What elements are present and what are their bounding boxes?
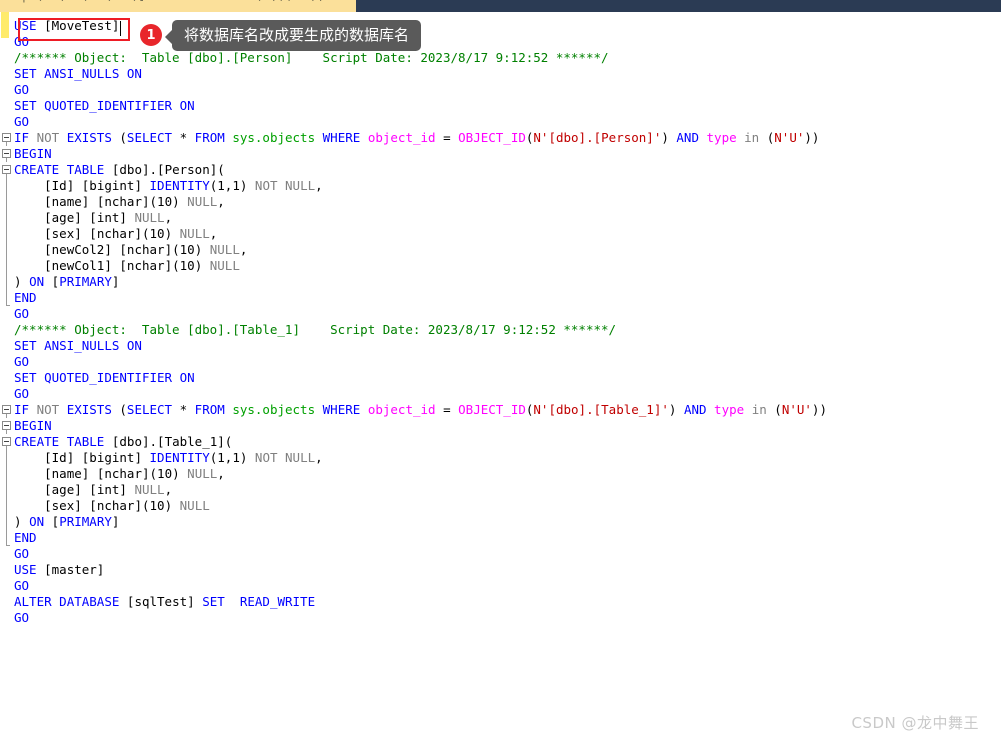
fold-connector-line <box>6 414 7 418</box>
code-line: IF NOT EXISTS (SELECT * FROM sys.objects… <box>14 130 820 145</box>
code-line: BEGIN <box>14 146 52 161</box>
fold-range-line <box>6 530 7 546</box>
code-line: GO <box>14 114 30 129</box>
fold-range-end-tick <box>6 305 10 306</box>
annotation-callout: 1 将数据库名改成要生成的数据库名 <box>140 19 422 51</box>
fold-range-line <box>6 466 7 482</box>
annotation-tooltip: 将数据库名改成要生成的数据库名 <box>164 19 422 51</box>
code-line: ) ON [PRIMARY] <box>14 514 120 529</box>
chrome-right-band <box>356 0 1001 12</box>
code-line: SET QUOTED_IDENTIFIER ON <box>14 98 195 113</box>
code-line: [age] [int] NULL, <box>44 482 173 497</box>
fold-range-line <box>6 226 7 242</box>
code-line: END <box>14 290 37 305</box>
fold-range-line <box>6 498 7 514</box>
code-line: IF NOT EXISTS (SELECT * FROM sys.objects… <box>14 402 827 417</box>
fold-connector-line <box>6 142 7 146</box>
fold-connector-line <box>6 158 7 162</box>
fold-range-line <box>6 514 7 530</box>
fold-collapse-icon[interactable] <box>2 421 11 430</box>
code-line: [sex] [nchar](10) NULL <box>44 498 210 513</box>
sql-editor[interactable]: USE [MoveTest] GO/****** Object: Table [d… <box>0 12 1001 745</box>
chrome-left-band: | ( , ) , ([ ( ,)) ,, <box>0 0 356 12</box>
code-line: [newCol2] [nchar](10) NULL, <box>44 242 248 257</box>
fold-range-line <box>6 450 7 466</box>
fold-collapse-icon[interactable] <box>2 405 11 414</box>
code-line: END <box>14 530 37 545</box>
fold-range-line <box>6 178 7 194</box>
fold-range-line <box>6 194 7 210</box>
code-line: GO <box>14 306 30 321</box>
code-line: [newCol1] [nchar](10) NULL <box>44 258 240 273</box>
code-line: BEGIN <box>14 418 52 433</box>
window-chrome-strip: | ( , ) , ([ ( ,)) ,, <box>0 0 1001 12</box>
code-line: SET ANSI_NULLS ON <box>14 338 142 353</box>
code-line: [sex] [nchar](10) NULL, <box>44 226 218 241</box>
code-line: [Id] [bigint] IDENTITY(1,1) NOT NULL, <box>44 450 323 465</box>
code-line: GO <box>14 578 30 593</box>
code-line: [Id] [bigint] IDENTITY(1,1) NOT NULL, <box>44 178 323 193</box>
code-line: GO <box>14 546 30 561</box>
code-line: ALTER DATABASE [sqlTest] SET READ_WRITE <box>14 594 316 609</box>
code-line: GO <box>14 82 30 97</box>
code-line: [name] [nchar](10) NULL, <box>44 194 225 209</box>
use-statement-highlight-box <box>18 18 130 41</box>
code-line: /****** Object: Table [dbo].[Table_1] Sc… <box>14 322 617 337</box>
code-line: /****** Object: Table [dbo].[Person] Scr… <box>14 50 609 65</box>
chrome-ghost-text: | ( , ) , ([ ( ,)) ,, <box>20 0 325 3</box>
code-line: GO <box>14 354 30 369</box>
fold-connector-line <box>6 430 7 434</box>
fold-range-line <box>6 274 7 290</box>
fold-collapse-icon[interactable] <box>2 149 11 158</box>
fold-range-line <box>6 482 7 498</box>
fold-range-line <box>6 242 7 258</box>
text-caret <box>120 21 121 36</box>
fold-connector-line <box>6 446 7 450</box>
code-line: SET QUOTED_IDENTIFIER ON <box>14 370 195 385</box>
code-line: GO <box>14 610 30 625</box>
code-line: ) ON [PRIMARY] <box>14 274 120 289</box>
fold-range-end-tick <box>6 545 10 546</box>
code-line: SET ANSI_NULLS ON <box>14 66 142 81</box>
fold-collapse-icon[interactable] <box>2 133 11 142</box>
fold-collapse-icon[interactable] <box>2 437 11 446</box>
fold-range-line <box>6 290 7 306</box>
code-line: CREATE TABLE [dbo].[Table_1]( <box>14 434 233 449</box>
fold-range-line <box>6 210 7 226</box>
fold-collapse-icon[interactable] <box>2 165 11 174</box>
code-line: GO <box>14 386 30 401</box>
code-line: USE [master] <box>14 562 105 577</box>
annotation-badge: 1 <box>140 24 162 46</box>
code-line: CREATE TABLE [dbo].[Person]( <box>14 162 225 177</box>
fold-range-line <box>6 258 7 274</box>
code-line: [age] [int] NULL, <box>44 210 173 225</box>
csdn-watermark: CSDN @龙中舞王 <box>851 714 979 732</box>
code-line: [name] [nchar](10) NULL, <box>44 466 225 481</box>
fold-connector-line <box>6 174 7 178</box>
